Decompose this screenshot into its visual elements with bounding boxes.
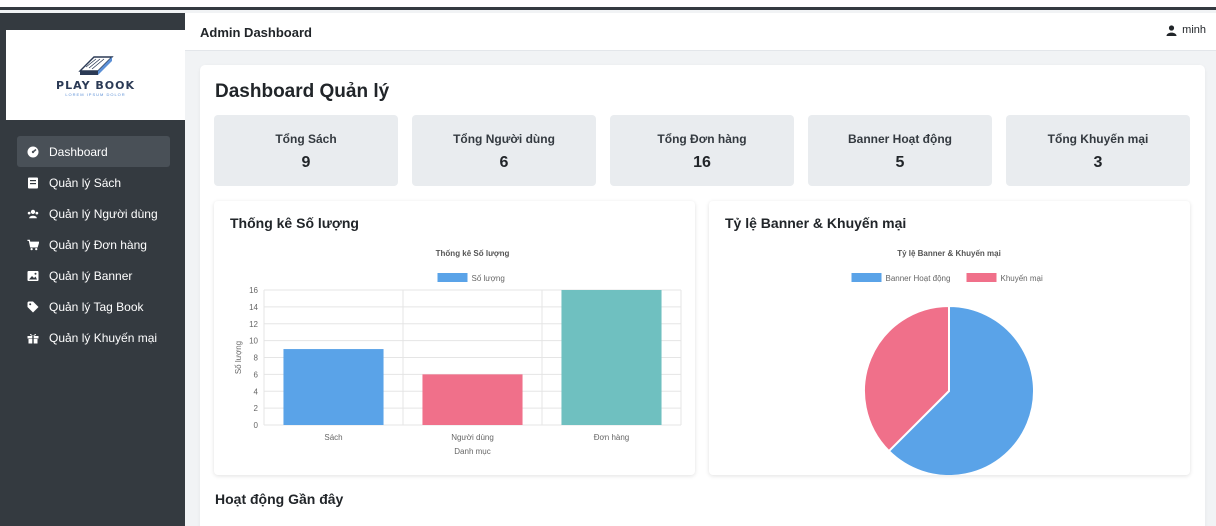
bar — [561, 290, 662, 425]
logo-tagline: LOREM IPSUM DOLOR — [65, 92, 126, 97]
stat-value: 3 — [1093, 154, 1103, 171]
top-strip — [0, 0, 1216, 10]
y-axis-label: Số lượng — [234, 341, 243, 374]
stat-value: 6 — [499, 154, 509, 171]
logo[interactable]: PLAY BOOK LOREM IPSUM DOLOR — [6, 30, 185, 120]
stat-card-books: Tổng Sách 9 — [214, 115, 398, 186]
stat-label: Tổng Sách — [275, 132, 337, 146]
bar-chart-title: Thống kê Số lượng — [436, 249, 510, 258]
stat-label: Tổng Đơn hàng — [657, 132, 747, 146]
x-tick-label: Đơn hàng — [594, 433, 630, 442]
y-tick-label: 6 — [254, 370, 259, 379]
sidebar-item-banner[interactable]: Quản lý Banner — [17, 260, 170, 291]
x-tick-label: Sách — [324, 433, 342, 442]
user-menu[interactable]: minh — [1166, 24, 1206, 36]
sidebar-item-orders[interactable]: Quản lý Đơn hàng — [17, 229, 170, 260]
y-tick-label: 4 — [254, 387, 259, 396]
stat-card-promotions: Tổng Khuyến mại 3 — [1006, 115, 1190, 186]
pie-legend-label: Banner Hoạt động — [886, 274, 951, 283]
x-tick-label: Người dùng — [451, 433, 494, 442]
sidebar-item-label: Quản lý Tag Book — [49, 299, 144, 314]
sidebar-item-label: Quản lý Sách — [49, 175, 122, 190]
sidebar-item-books[interactable]: Quản lý Sách — [17, 167, 170, 198]
sidebar-item-users[interactable]: Quản lý Người dùng — [17, 198, 170, 229]
pie-legend-label: Khuyến mại — [1001, 274, 1043, 283]
stat-value: 5 — [895, 154, 905, 171]
sidebar-item-label: Quản lý Đơn hàng — [49, 237, 147, 252]
user-icon — [1166, 24, 1177, 36]
sidebar-item-promotions[interactable]: Quản lý Khuyến mại — [17, 322, 170, 353]
bar-legend-label: Số lượng — [472, 274, 505, 283]
book-logo-icon — [77, 56, 114, 75]
image-icon — [27, 270, 39, 282]
pie-legend-swatch — [966, 273, 997, 282]
sidebar-item-tag-book[interactable]: Quản lý Tag Book — [17, 291, 170, 322]
logo-title: PLAY BOOK — [56, 79, 135, 92]
y-tick-label: 16 — [249, 286, 258, 295]
y-tick-label: 8 — [254, 354, 259, 363]
stat-label: Tổng Người dùng — [453, 132, 555, 146]
sidebar-nav: Dashboard Quản lý Sách Quản lý Người dùn… — [17, 136, 170, 353]
stat-card-orders: Tổng Đơn hàng 16 — [610, 115, 794, 186]
pie-chart: Tỷ lệ Banner & Khuyến mại Banner Hoạt độn… — [851, 249, 1043, 475]
user-name: minh — [1182, 24, 1206, 36]
y-tick-label: 2 — [254, 404, 259, 413]
sidebar-item-label: Quản lý Khuyến mại — [49, 330, 158, 345]
sidebar-item-label: Quản lý Banner — [49, 268, 133, 283]
header-title: Admin Dashboard — [200, 25, 312, 40]
y-tick-label: 0 — [254, 421, 259, 430]
top-header: Admin Dashboard minh — [185, 13, 1216, 51]
stat-value: 16 — [693, 154, 711, 171]
tag-icon — [27, 301, 39, 313]
book-icon — [27, 177, 39, 189]
bar — [283, 349, 384, 425]
sidebar-item-dashboard[interactable]: Dashboard — [17, 136, 170, 167]
pie-chart-title: Tỷ lệ Banner & Khuyến mại — [897, 249, 1001, 258]
sidebar-item-label: Dashboard — [49, 144, 108, 159]
x-axis-label: Danh mục — [454, 447, 490, 456]
stat-value: 9 — [301, 154, 311, 171]
y-tick-label: 14 — [249, 303, 258, 312]
page-title: Dashboard Quản lý — [215, 81, 390, 102]
stat-card-users: Tổng Người dùng 6 — [412, 115, 596, 186]
stat-card-banners: Banner Hoạt động 5 — [808, 115, 992, 186]
stat-label: Tổng Khuyến mại — [1047, 132, 1149, 146]
sidebar-item-label: Quản lý Người dùng — [49, 206, 158, 221]
pie-legend-swatch — [851, 273, 882, 282]
gift-icon — [27, 332, 39, 344]
users-icon — [27, 208, 39, 220]
dashboard-icon — [27, 146, 39, 158]
bar-chart-card: Thống kê Số lượng Thống kê Số lượng Số lư… — [214, 201, 695, 475]
recent-activity-title: Hoạt động Gần đây — [215, 491, 344, 507]
bar — [422, 374, 523, 425]
y-tick-label: 10 — [249, 337, 258, 346]
bar-legend-swatch — [437, 273, 468, 282]
cart-icon — [27, 239, 39, 251]
y-tick-label: 12 — [249, 320, 258, 329]
bar-chart: Thống kê Số lượng Số lượng 0 2 4 6 8 10 12 14 16 Sá… — [234, 249, 682, 456]
stat-label: Banner Hoạt động — [848, 132, 952, 146]
pie-chart-card: Tỷ lệ Banner & Khuyến mại Tỷ lệ Banner &… — [709, 201, 1190, 475]
dashboard-panel: Dashboard Quản lý Tổng Sách 9 Tổng Người… — [200, 65, 1205, 526]
